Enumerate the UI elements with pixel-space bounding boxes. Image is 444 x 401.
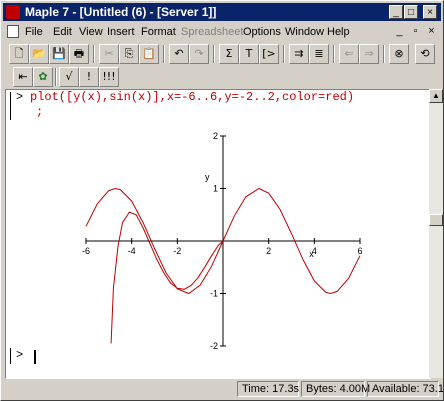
mdi-restore-button[interactable]: ▫ <box>409 25 422 38</box>
insert-math-icon[interactable]: Σ <box>219 44 239 64</box>
menu-insert[interactable]: Insert <box>107 26 135 38</box>
title-bar[interactable]: Maple 7 - [Untitled (6) - [Server 1]] _ … <box>3 3 441 21</box>
y-axis-label: y <box>205 172 210 182</box>
toolbar-separator <box>213 45 215 63</box>
x-axis-label: x <box>309 249 314 259</box>
execution-group-icon[interactable]: ⇉ <box>289 44 309 64</box>
y-tick-label: -2 <box>210 341 218 351</box>
menu-window[interactable]: Window <box>285 26 324 38</box>
menu-view[interactable]: View <box>79 26 103 38</box>
scroll-up-icon[interactable]: ▲ <box>429 89 443 103</box>
minimize-button[interactable]: _ <box>389 5 403 19</box>
toolbar-separator <box>383 45 385 63</box>
undo-icon[interactable]: ↶ <box>169 44 189 64</box>
x-tick-label: -6 <box>82 246 90 256</box>
plot-command[interactable]: plot([y(x),sin(x)],x=-6..6,y=-2..2,color… <box>30 90 354 104</box>
main-toolbar: 🗋 📂 💾 🖶 ✂ ⎘ 📋 ↶ ↷ Σ T [> ⇉ ≣ ⇐ ⇒ ⊗ ⟲ <box>3 42 441 66</box>
worksheet-area[interactable]: > plot([y(x),sin(x)],x=-6..6,y=-2..2,col… <box>5 89 431 379</box>
toolbar-separator <box>333 45 335 63</box>
menu-spreadsheet[interactable]: Spreadsheet <box>181 26 243 38</box>
text-cursor <box>34 350 36 364</box>
y-tick-label: 2 <box>213 131 218 141</box>
maple-window: Maple 7 - [Untitled (6) - [Server 1]] _ … <box>0 0 444 401</box>
maple-leaf-icon[interactable]: ✿ <box>33 67 53 87</box>
y-tick-label: 1 <box>213 184 218 194</box>
menu-bar: File Edit View Insert Format Spreadsheet… <box>3 23 441 41</box>
status-time: Time: 17.3s <box>237 381 299 397</box>
copy-icon[interactable]: ⎘ <box>119 44 139 64</box>
vertical-scrollbar[interactable]: ▲ <box>429 89 443 378</box>
toolbar-separator <box>163 45 165 63</box>
mdi-close-button[interactable]: × <box>425 25 438 38</box>
cut-icon[interactable]: ✂ <box>99 44 119 64</box>
scroll-thumb[interactable] <box>429 214 443 226</box>
status-available: Available: 73.1M <box>367 381 444 397</box>
context-toolbar: ⇤ ✿ √ ! !!! <box>3 65 441 89</box>
new-icon[interactable]: 🗋 <box>9 44 29 64</box>
y-tick-label: -1 <box>210 289 218 299</box>
empty-prompt: > <box>16 348 24 362</box>
paste-icon[interactable]: 📋 <box>139 44 159 64</box>
toolbar-separator <box>283 45 285 63</box>
check-syntax-icon[interactable]: √ <box>59 67 79 87</box>
x-tick-label: -4 <box>128 246 136 256</box>
plot-output[interactable]: -6 -4 -2 2 4 6-2-112xy <box>78 130 368 352</box>
window-title: Maple 7 - [Untitled (6) - [Server 1]] <box>25 5 217 19</box>
maximize-button[interactable]: □ <box>404 5 418 19</box>
restart-icon[interactable]: ⟲ <box>415 44 435 64</box>
forward-icon[interactable]: ⇒ <box>359 44 379 64</box>
document-icon[interactable] <box>7 25 19 38</box>
menu-options[interactable]: Options <box>243 26 281 38</box>
math-mode-icon[interactable]: ⇤ <box>13 67 33 87</box>
close-button[interactable]: × <box>423 5 437 19</box>
insert-prompt-icon[interactable]: [> <box>259 44 279 64</box>
menu-file[interactable]: File <box>25 26 43 38</box>
back-icon[interactable]: ⇐ <box>339 44 359 64</box>
insert-text-icon[interactable]: T <box>239 44 259 64</box>
empty-group-bracket[interactable] <box>10 348 11 364</box>
open-icon[interactable]: 📂 <box>29 44 49 64</box>
x-tick-label: -2 <box>173 246 181 256</box>
plot-command-terminator[interactable]: ; <box>36 105 43 119</box>
execution-group-bracket[interactable] <box>10 92 11 120</box>
menu-edit[interactable]: Edit <box>53 26 72 38</box>
status-bytes: Bytes: 4.00M <box>301 381 370 397</box>
maple-app-icon[interactable] <box>6 5 20 19</box>
menu-help[interactable]: Help <box>327 26 350 38</box>
input-prompt: > <box>16 90 24 104</box>
stop-icon[interactable]: ⊗ <box>389 44 409 64</box>
menu-format[interactable]: Format <box>141 26 176 38</box>
x-tick-label: 2 <box>266 246 271 256</box>
execute-all-icon[interactable]: !!! <box>99 67 119 87</box>
print-icon[interactable]: 🖶 <box>69 44 89 64</box>
x-tick-label: 6 <box>357 246 362 256</box>
save-icon[interactable]: 💾 <box>49 44 69 64</box>
execute-icon[interactable]: ! <box>79 67 99 87</box>
plot-series-2 <box>110 211 224 344</box>
status-bar: Time: 17.3s Bytes: 4.00M Available: 73.1… <box>3 380 444 398</box>
section-icon[interactable]: ≣ <box>309 44 329 64</box>
toolbar-separator <box>55 68 57 86</box>
mdi-minimize-button[interactable]: _ <box>393 25 406 38</box>
toolbar-separator <box>93 45 95 63</box>
redo-icon[interactable]: ↷ <box>189 44 209 64</box>
